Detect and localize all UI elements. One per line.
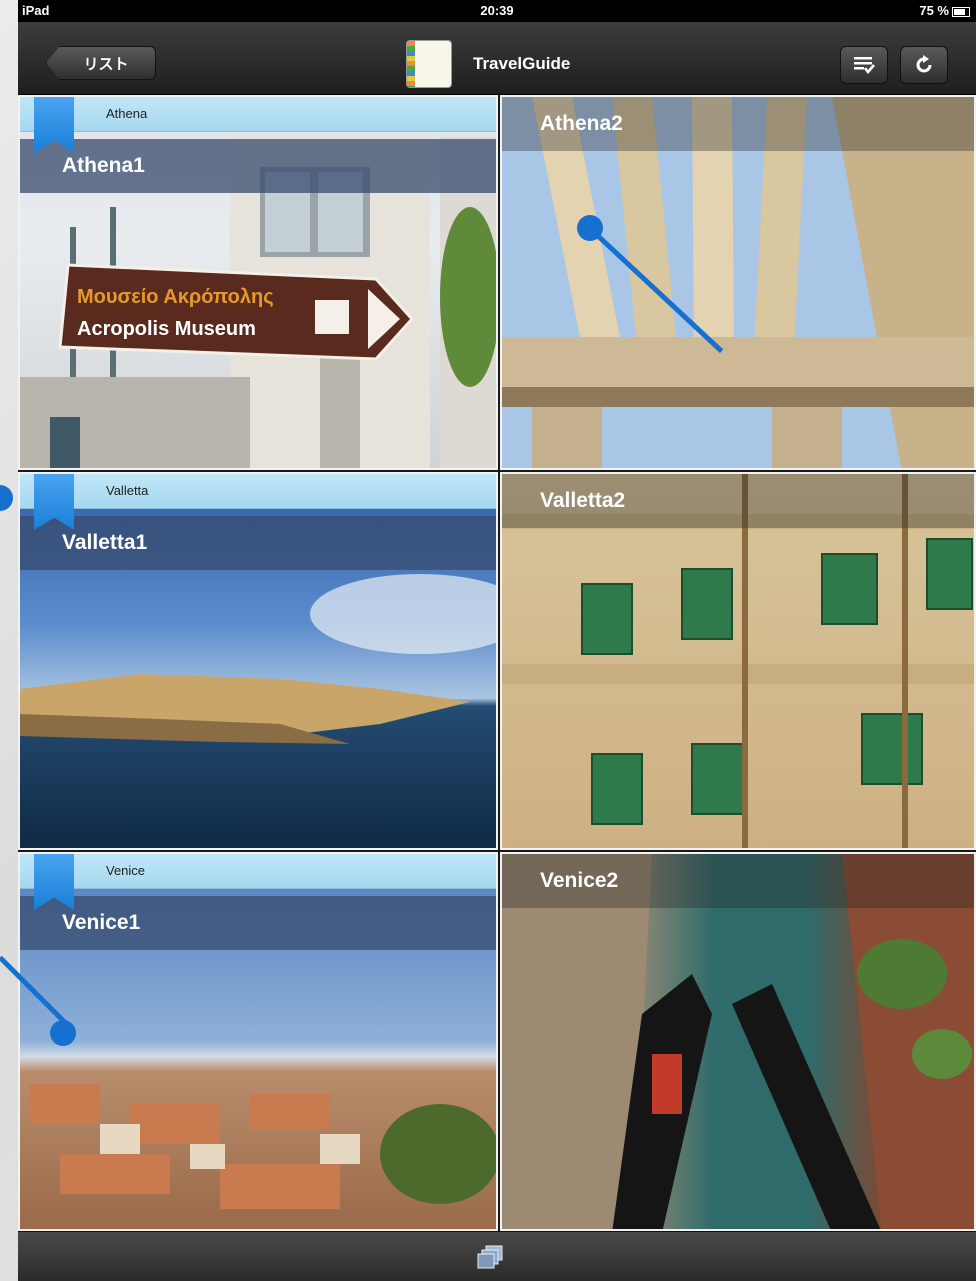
section-title: Venice (106, 863, 146, 878)
photo-label: Athena1 (20, 139, 496, 193)
photo-label: Valletta1 (20, 516, 496, 570)
venice2-photo (502, 854, 974, 1229)
section-header: Venice (20, 854, 496, 889)
athena2-photo (502, 97, 974, 468)
photo-cell-venice2[interactable]: Venice2 (500, 852, 976, 1231)
refresh-icon (916, 55, 932, 73)
section-header: Athena (20, 97, 496, 132)
photo-label: Venice1 (20, 896, 496, 950)
valletta2-photo (502, 474, 974, 848)
section-title: Athena (106, 106, 148, 121)
app-icon (406, 40, 452, 88)
sign-english-text: Acropolis Museum (77, 318, 256, 340)
photo-label: Venice2 (502, 854, 974, 908)
nav-bar: リスト TravelGuide (18, 22, 976, 95)
bottom-toolbar (18, 1231, 976, 1281)
photo-cell-athena1[interactable]: Μουσείο Ακρόπολης Acropolis Museum Athen… (18, 95, 498, 470)
back-button[interactable]: リスト (46, 46, 156, 80)
photo-cell-valletta2[interactable]: Valletta2 (500, 472, 976, 850)
photo-label: Valletta2 (502, 474, 974, 528)
battery-icon (952, 6, 970, 17)
status-time: 20:39 (480, 3, 514, 18)
battery-status: 75 % (919, 3, 970, 18)
photo-cell-valletta1[interactable]: Valletta Valletta1 (18, 472, 498, 850)
stacked-pages-icon[interactable] (476, 1244, 504, 1270)
status-bar: iPad 20:39 75 % (18, 0, 976, 22)
photo-cell-venice1[interactable]: Venice Venice1 (18, 852, 498, 1231)
section-title: Valletta (106, 483, 149, 498)
callout-marker (0, 485, 13, 511)
list-check-icon (854, 57, 875, 74)
photo-label: Athena2 (502, 97, 974, 151)
page-title: TravelGuide (473, 54, 571, 73)
section-header: Valletta (20, 474, 496, 509)
refresh-button[interactable] (900, 46, 948, 84)
app-frame: iPad 20:39 75 % リスト TravelGuide Μουσείο … (18, 0, 976, 1281)
photo-grid: Μουσείο Ακρόπολης Acropolis Museum Athen… (18, 95, 976, 1231)
sign-greek-text: Μουσείο Ακρόπολης (77, 286, 274, 308)
photo-cell-athena2[interactable]: Athena2 (500, 95, 976, 470)
list-check-button[interactable] (840, 46, 888, 84)
